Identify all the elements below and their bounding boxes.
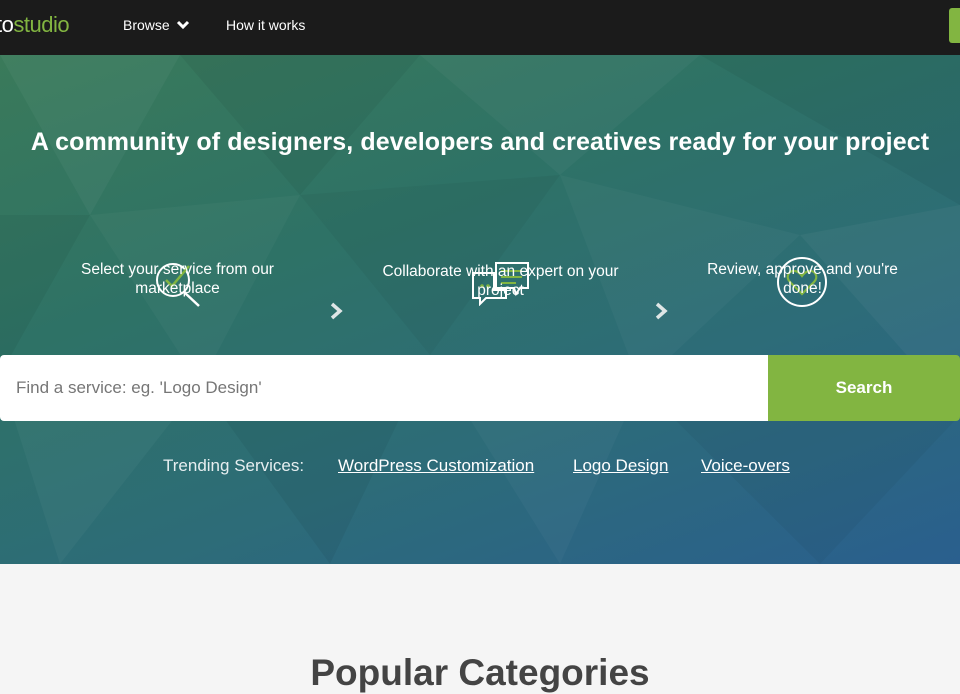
trending-label: Trending Services: [163, 456, 305, 475]
trending-link-voice-overs[interactable]: Voice-overs [701, 456, 790, 476]
nav-how-it-works[interactable]: How it works [226, 17, 305, 33]
step-collaborate: Collaborate with an expert on your proje… [382, 263, 619, 299]
chevron-right-icon [655, 302, 668, 320]
chevron-down-icon [176, 20, 189, 30]
search-button[interactable]: Search [768, 355, 960, 421]
service-search-input[interactable] [0, 355, 768, 421]
trending-link-wordpress[interactable]: WordPress Customization [338, 456, 534, 476]
top-nav-bar: tostudio Browse How it works [0, 0, 960, 55]
step-review-approve: Review, approve and you're done! [707, 261, 898, 297]
service-search-bar: Search [0, 355, 960, 421]
logo-suffix: studio [13, 12, 70, 37]
logo-prefix: to [0, 12, 14, 37]
hero-headline: A community of designers, developers and… [30, 128, 930, 156]
nav-how-label: How it works [226, 17, 306, 33]
popular-categories-heading: Popular Categories [310, 652, 650, 693]
step-select-service: Select your service from our marketplace [81, 261, 274, 297]
nav-browse[interactable]: Browse [123, 17, 190, 33]
hero-section: A community of designers, developers and… [0, 55, 960, 564]
header-action-button[interactable] [949, 8, 960, 43]
site-logo[interactable]: tostudio [0, 12, 70, 38]
chevron-right-icon [330, 302, 343, 320]
trending-link-logo-design[interactable]: Logo Design [573, 456, 668, 476]
nav-browse-label: Browse [123, 17, 170, 33]
